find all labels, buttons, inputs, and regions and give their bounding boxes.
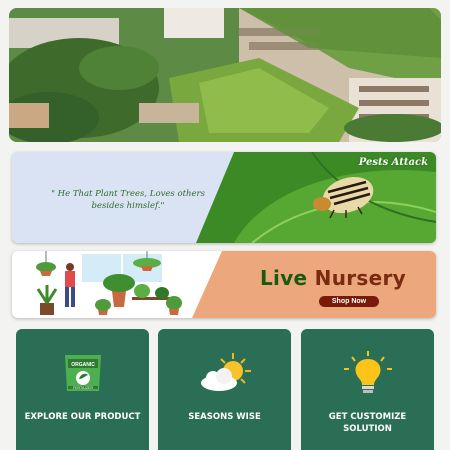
- sun-cloud-icon: [200, 353, 251, 391]
- customize-solution-card[interactable]: GET CUSTOMIZE SOLUTION: [301, 329, 434, 450]
- svg-text:FERTILIZER: FERTILIZER: [73, 386, 93, 390]
- pests-attack-tag: Pests Attack: [358, 157, 428, 168]
- live-nursery-title: Live Nursery: [260, 266, 406, 290]
- customize-solution-label: GET CUSTOMIZE SOLUTION: [328, 412, 407, 434]
- seasons-wise-card[interactable]: SEASONS WISE: [158, 329, 291, 450]
- pests-attack-banner[interactable]: Pests Attack " He That Plant Trees, Love…: [12, 152, 436, 243]
- explore-products-label: EXPLORE OUR PRODUCT: [24, 412, 141, 422]
- hero-image: [9, 8, 441, 142]
- seasons-wise-label: SEASONS WISE: [188, 412, 261, 422]
- live-nursery-banner[interactable]: Live Nursery Shop Now: [12, 251, 436, 318]
- lightbulb-icon: [343, 351, 392, 393]
- svg-text:ORGANIC: ORGANIC: [71, 362, 95, 368]
- pest-quote: " He That Plant Trees, Loves others besi…: [51, 189, 205, 211]
- shop-now-button[interactable]: Shop Now: [319, 296, 379, 307]
- fertilizer-bag-icon: ORGANIC FERTILIZER: [64, 355, 101, 391]
- explore-products-card[interactable]: ORGANIC FERTILIZER EXPLORE OUR PRODUCT: [16, 329, 149, 450]
